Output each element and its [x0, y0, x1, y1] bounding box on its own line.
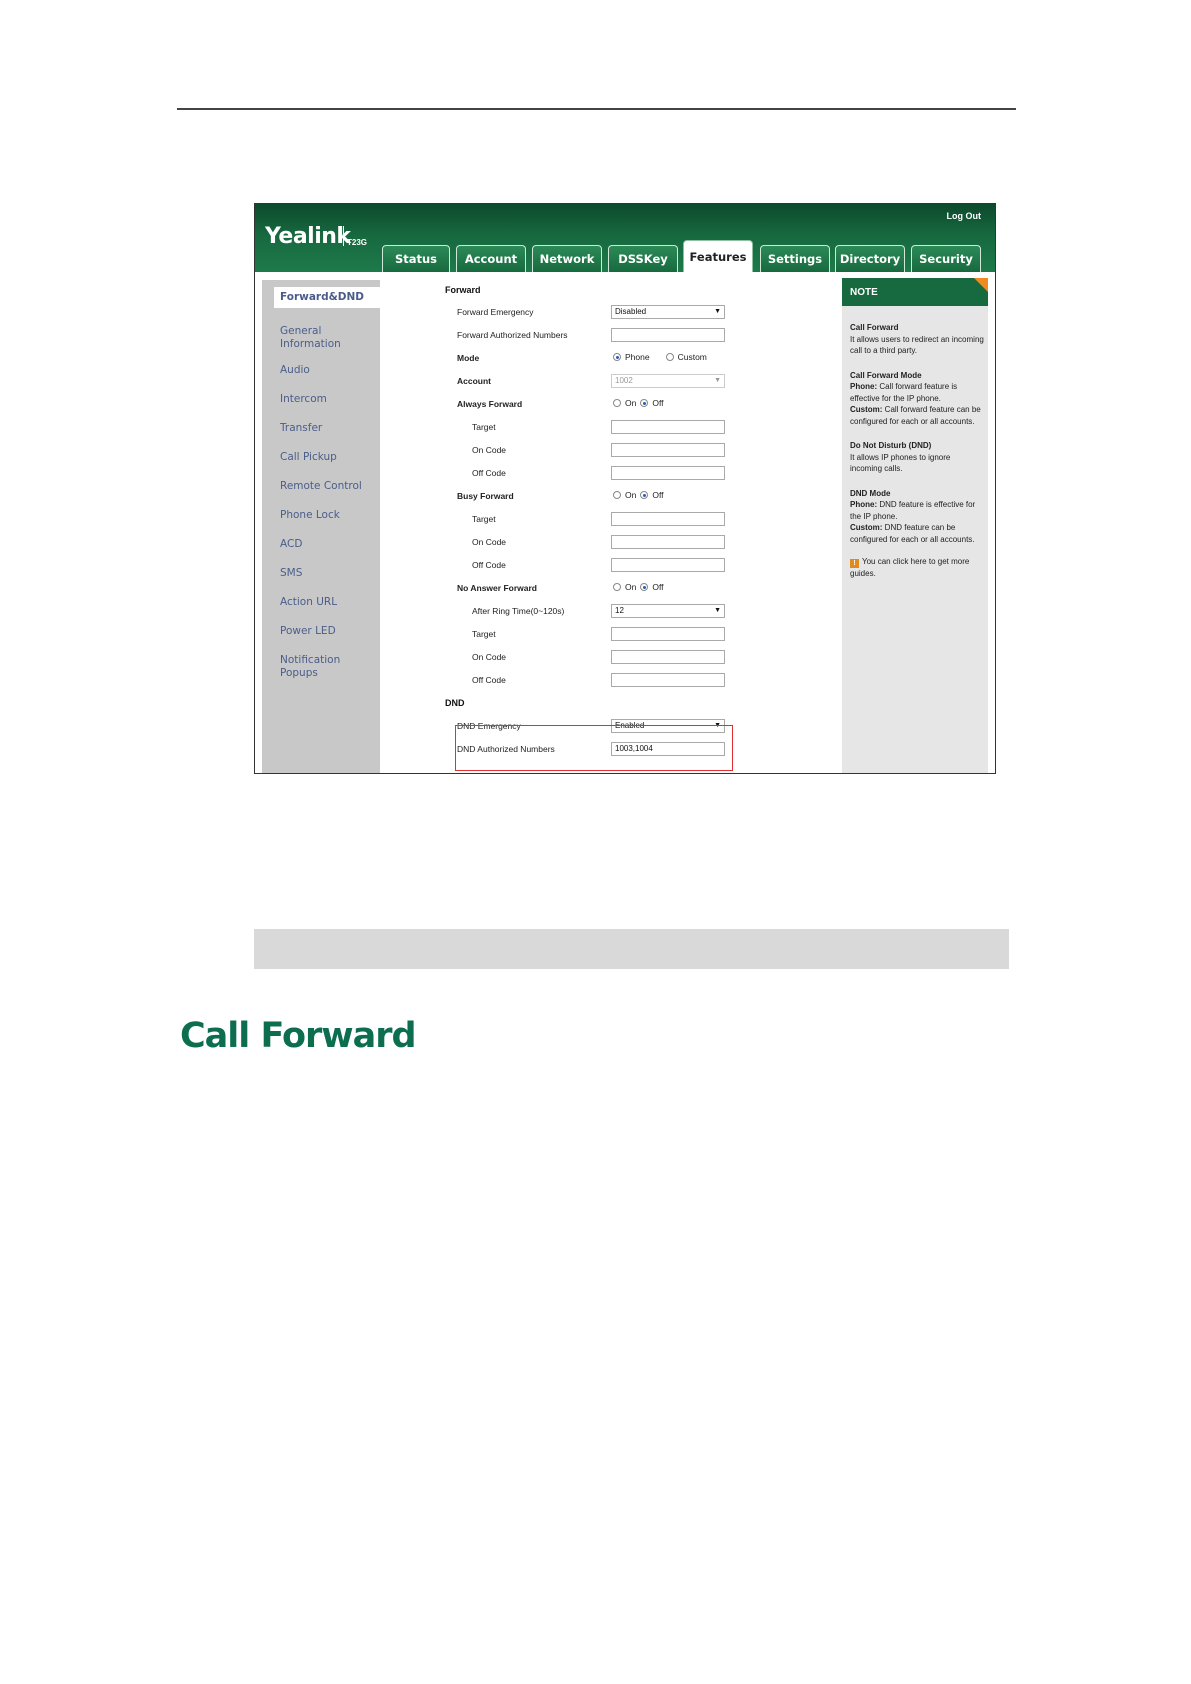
note-body: Call Forward It allows users to redirect…: [850, 322, 984, 580]
note-dndm-phone: Phone: DND feature is effective for the …: [850, 500, 976, 521]
note-dnd-mode-title: DND Mode: [850, 488, 891, 498]
mode-phone-radio[interactable]: [613, 353, 621, 361]
sidebar-item-transfer[interactable]: Transfer: [280, 422, 322, 435]
forward-emergency-label: Forward Emergency: [457, 307, 534, 317]
note-call-forward-title: Call Forward: [850, 323, 899, 332]
tab-features[interactable]: Features: [683, 240, 753, 272]
no-answer-target-label: Target: [472, 629, 496, 639]
account-label: Account: [457, 376, 491, 386]
guide-icon: !: [850, 559, 859, 568]
note-dnd-title: Do Not Disturb (DND): [850, 441, 932, 450]
sidebar-item-audio[interactable]: Audio: [280, 364, 310, 377]
note-dndm-custom: Custom: DND feature can be configured fo…: [850, 523, 975, 544]
account-select[interactable]: 1002 ▼: [611, 374, 725, 388]
busy-target-label: Target: [472, 514, 496, 524]
web-ui-screenshot: Yealink T23G Log Out Status Account Netw…: [254, 203, 996, 774]
note-cfm-custom: Custom: Call forward feature can be conf…: [850, 405, 981, 426]
sidebar-item-sms[interactable]: SMS: [280, 567, 302, 580]
busy-on-code-input[interactable]: [611, 535, 725, 549]
always-on-code-label: On Code: [472, 445, 507, 455]
busy-forward-on-radio[interactable]: [613, 491, 621, 499]
sidebar-item-acd[interactable]: ACD: [280, 538, 302, 551]
tab-settings[interactable]: Settings: [760, 245, 830, 272]
dnd-highlight-box: [455, 725, 733, 771]
no-answer-on-code-label: On Code: [472, 652, 507, 662]
note-call-forward-text: It allows users to redirect an incoming …: [850, 334, 984, 356]
chevron-down-icon: ▼: [714, 308, 721, 315]
note-corner-icon: [974, 278, 988, 292]
logo-divider: [343, 226, 344, 246]
no-answer-off-code-label: Off Code: [472, 675, 506, 685]
dnd-section-title: DND: [445, 698, 465, 708]
always-target-input[interactable]: [611, 420, 725, 434]
sidebar-item-intercom[interactable]: Intercom: [280, 393, 327, 406]
always-forward-radio-group: On Off: [613, 398, 664, 408]
logout-link[interactable]: Log Out: [947, 211, 982, 221]
no-answer-on-radio[interactable]: [613, 583, 621, 591]
section-heading: Call Forward: [180, 1016, 417, 1056]
busy-target-input[interactable]: [611, 512, 725, 526]
tab-network[interactable]: Network: [532, 245, 602, 272]
no-answer-target-input[interactable]: [611, 627, 725, 641]
chevron-down-icon: ▼: [714, 607, 721, 614]
forward-authorized-numbers-label: Forward Authorized Numbers: [457, 330, 568, 340]
forward-emergency-select[interactable]: Disabled ▼: [611, 305, 725, 319]
no-answer-off-radio[interactable]: [640, 583, 649, 591]
note-guide-link[interactable]: ! You can click here to get more guides.: [850, 556, 984, 580]
always-forward-off-radio[interactable]: [640, 399, 649, 407]
sidebar-item-phone-lock[interactable]: Phone Lock: [280, 509, 340, 522]
busy-off-code-input[interactable]: [611, 558, 725, 572]
mode-custom-radio[interactable]: [665, 353, 674, 361]
no-answer-forward-label: No Answer Forward: [457, 583, 537, 593]
forward-authorized-numbers-input[interactable]: [611, 328, 725, 342]
no-answer-forward-radio-group: On Off: [613, 582, 664, 592]
sidebar-item-call-pickup[interactable]: Call Pickup: [280, 451, 337, 464]
note-cfm-phone: Phone: Call forward feature is effective…: [850, 382, 958, 403]
tab-status[interactable]: Status: [382, 245, 450, 272]
sidebar-item-notification-popups[interactable]: Notification Popups: [280, 654, 380, 680]
model-label: T23G: [347, 238, 368, 247]
left-sidebar: Forward&DND General Information Audio In…: [262, 280, 380, 773]
mode-label: Mode: [457, 353, 480, 363]
busy-off-code-label: Off Code: [472, 560, 506, 570]
sidebar-item-remote-control[interactable]: Remote Control: [280, 480, 362, 493]
sidebar-item-forward-dnd[interactable]: Forward&DND: [274, 287, 380, 308]
note-panel: NOTE Call Forward It allows users to red…: [842, 278, 988, 773]
note-call-forward-mode-title: Call Forward Mode: [850, 370, 922, 380]
after-ring-time-label: After Ring Time(0~120s): [472, 606, 565, 616]
note-title: NOTE: [842, 278, 988, 306]
always-forward-on-radio[interactable]: [613, 399, 621, 407]
sidebar-item-power-led[interactable]: Power LED: [280, 625, 336, 638]
always-off-code-label: Off Code: [472, 468, 506, 478]
tab-security[interactable]: Security: [911, 245, 981, 272]
yealink-logo: Yealink: [265, 224, 351, 249]
after-ring-time-select[interactable]: 12 ▼: [611, 604, 725, 618]
busy-forward-radio-group: On Off: [613, 490, 664, 500]
always-forward-label: Always Forward: [457, 399, 523, 409]
no-answer-on-code-input[interactable]: [611, 650, 725, 664]
top-banner: Yealink T23G Log Out Status Account Netw…: [255, 204, 995, 272]
chevron-down-icon: ▼: [714, 377, 721, 384]
no-answer-off-code-input[interactable]: [611, 673, 725, 687]
tab-directory[interactable]: Directory: [835, 245, 905, 272]
note-dnd-text: It allows IP phones to ignore incoming c…: [850, 452, 951, 474]
mode-radio-group: Phone Custom: [613, 352, 707, 362]
busy-on-code-label: On Code: [472, 537, 507, 547]
tab-account[interactable]: Account: [456, 245, 526, 272]
forward-section-title: Forward: [445, 285, 481, 295]
busy-forward-off-radio[interactable]: [640, 491, 649, 499]
always-off-code-input[interactable]: [611, 466, 725, 480]
tab-dsskey[interactable]: DSSKey: [608, 245, 678, 272]
gray-note-bar: [254, 929, 1009, 969]
page-header-rule: [177, 108, 1016, 110]
always-on-code-input[interactable]: [611, 443, 725, 457]
sidebar-item-general-information[interactable]: General Information: [280, 325, 341, 351]
busy-forward-label: Busy Forward: [457, 491, 514, 501]
always-target-label: Target: [472, 422, 496, 432]
sidebar-item-action-url[interactable]: Action URL: [280, 596, 337, 609]
